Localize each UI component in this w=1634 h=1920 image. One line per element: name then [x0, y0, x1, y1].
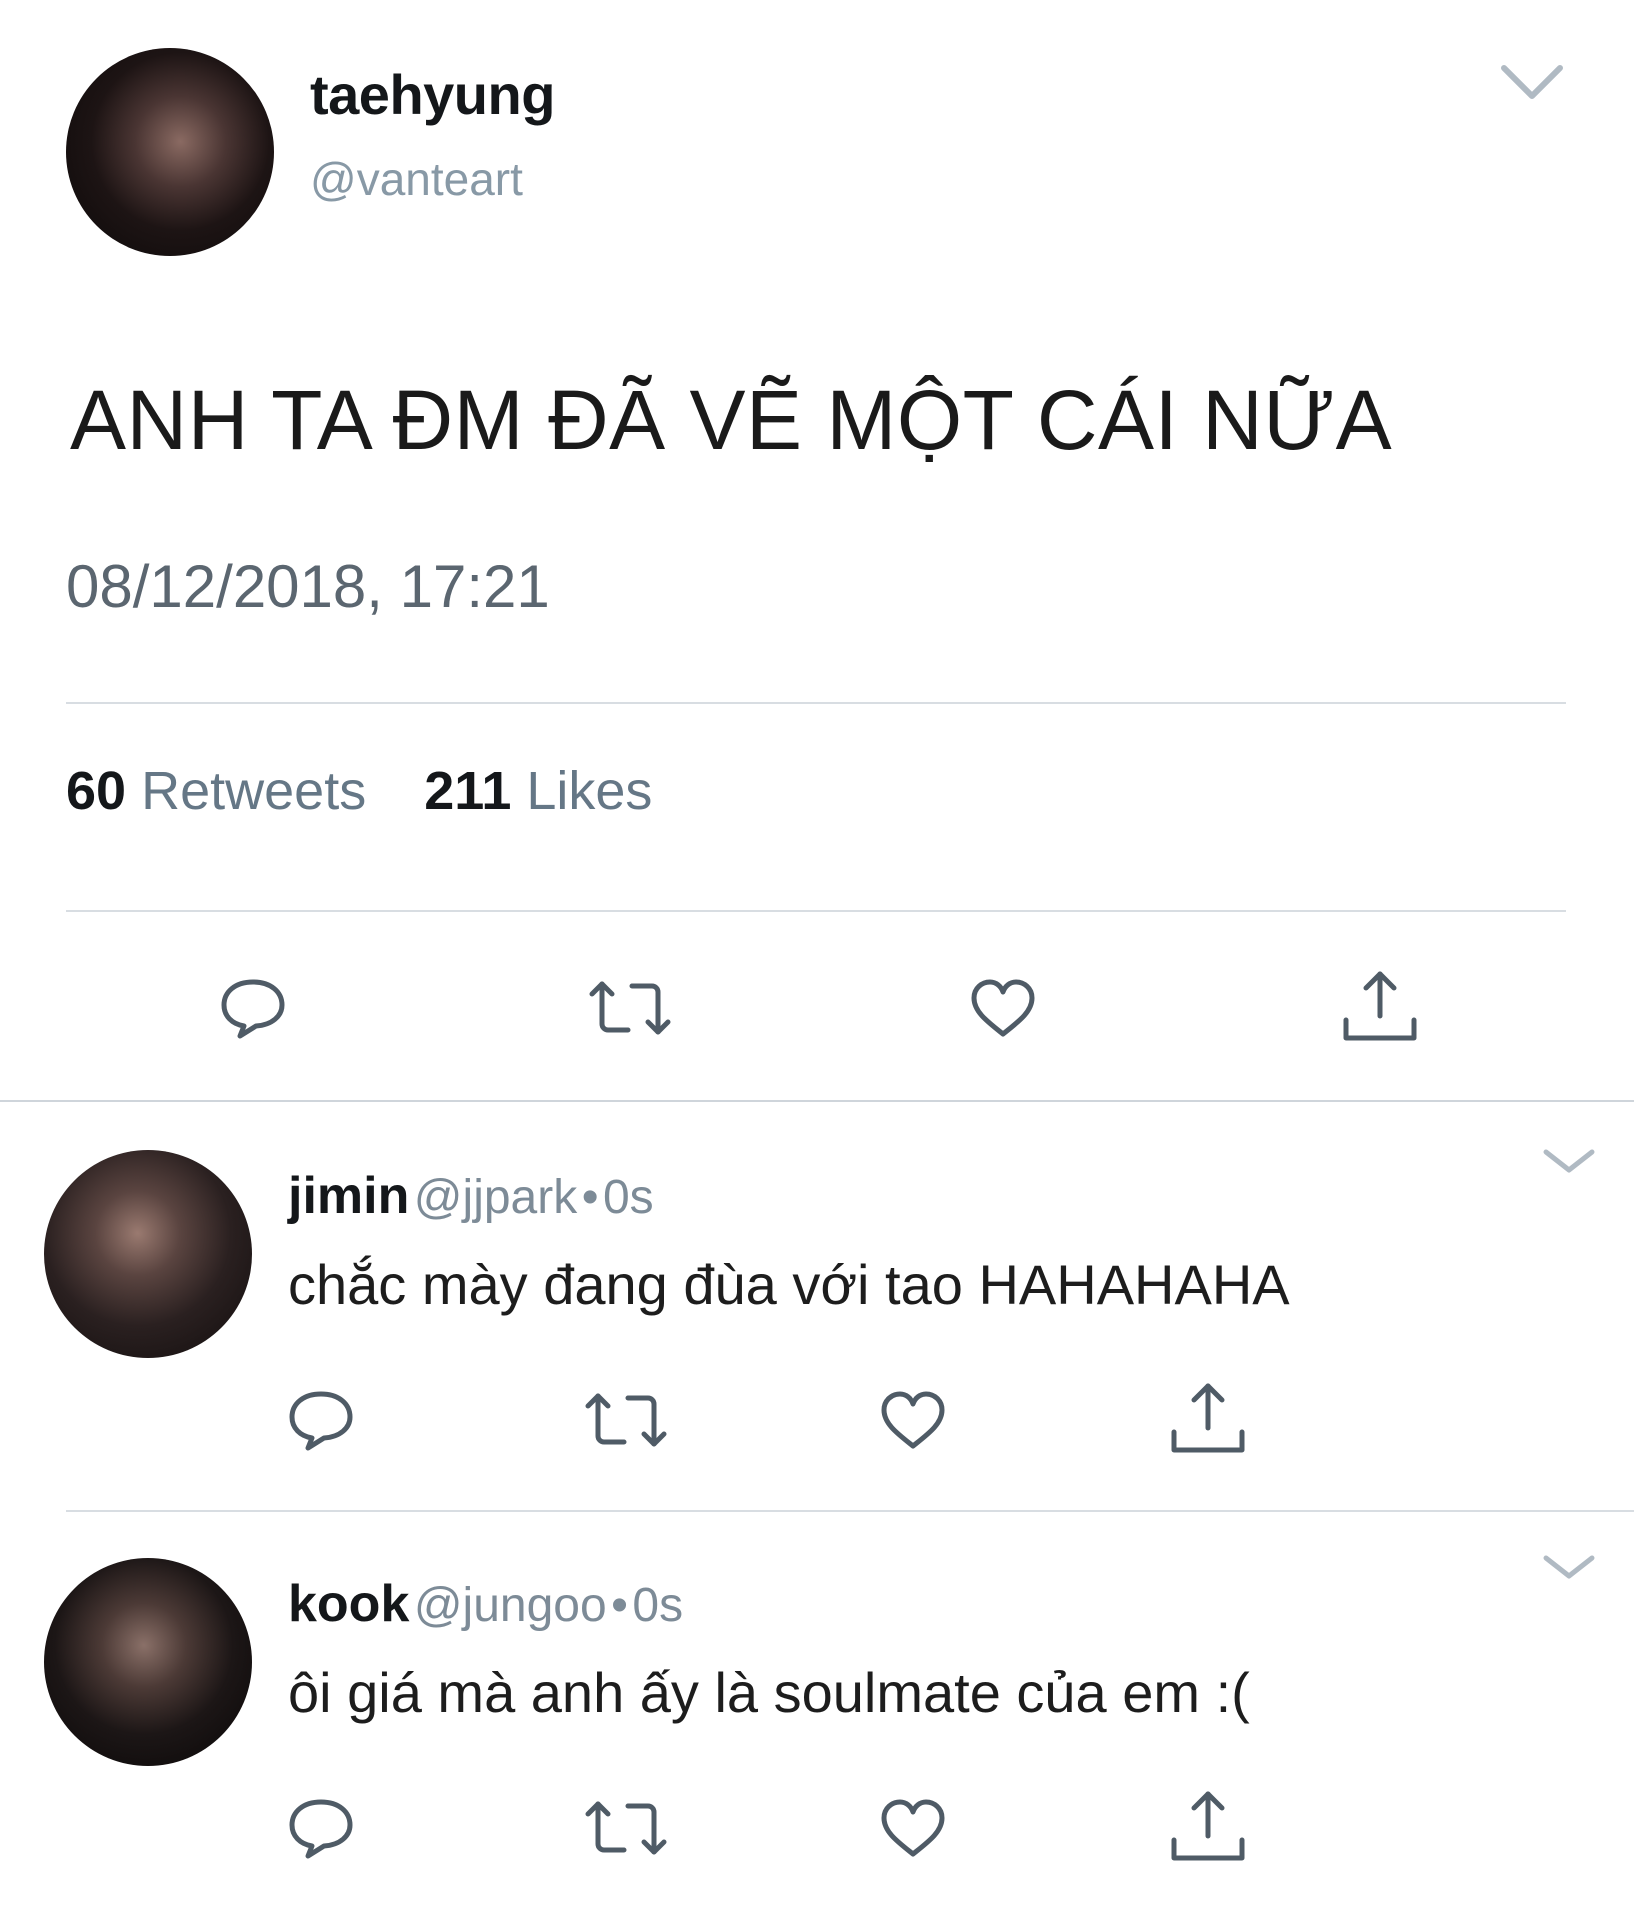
- reply-time[interactable]: 0s: [632, 1579, 683, 1632]
- main-tweet-handle[interactable]: @vanteart: [310, 152, 523, 206]
- reply-display-name[interactable]: jimin: [288, 1167, 409, 1225]
- retweet-icon[interactable]: [584, 1796, 668, 1860]
- main-tweet-text: ANH TA ĐM ĐÃ VẼ MỘT CÁI NỮA: [70, 373, 1393, 467]
- retweet-icon[interactable]: [588, 976, 672, 1040]
- divider: [66, 910, 1566, 912]
- separator-dot: •: [611, 1579, 628, 1632]
- chevron-down-icon[interactable]: [1500, 62, 1564, 102]
- like-icon[interactable]: [878, 1796, 948, 1860]
- chevron-down-icon[interactable]: [1542, 1146, 1596, 1176]
- like-icon[interactable]: [968, 976, 1038, 1040]
- share-icon[interactable]: [1170, 1382, 1246, 1456]
- section-divider: [0, 1100, 1634, 1102]
- like-icon[interactable]: [878, 1388, 948, 1452]
- reply-icon[interactable]: [286, 1796, 356, 1860]
- reply-handle[interactable]: @jungoo: [414, 1579, 607, 1632]
- reply-handle[interactable]: @jjpark: [414, 1171, 577, 1224]
- likes-stat[interactable]: 211 Likes: [424, 761, 652, 821]
- main-tweet-timestamp[interactable]: 08/12/2018, 17:21: [66, 552, 550, 621]
- retweets-stat[interactable]: 60 Retweets: [66, 761, 366, 821]
- main-tweet-display-name[interactable]: taehyung: [310, 62, 555, 127]
- separator-dot: •: [581, 1171, 599, 1224]
- reply-time[interactable]: 0s: [603, 1171, 654, 1224]
- reply-avatar[interactable]: [44, 1150, 252, 1358]
- share-icon[interactable]: [1342, 970, 1418, 1044]
- tweet-stats: 60 Retweets 211 Likes: [66, 760, 652, 822]
- retweet-icon[interactable]: [584, 1388, 668, 1452]
- reply-icon[interactable]: [286, 1388, 356, 1452]
- likes-label: Likes: [526, 761, 653, 821]
- reply-text: chắc mày đang đùa với tao HAHAHAHA: [288, 1253, 1290, 1316]
- reply-header: jimin @jjpark • 0s: [288, 1166, 654, 1226]
- share-icon[interactable]: [1170, 1790, 1246, 1864]
- reply-icon[interactable]: [218, 976, 288, 1040]
- reply-avatar[interactable]: [44, 1558, 252, 1766]
- main-tweet-avatar[interactable]: [66, 48, 274, 256]
- chevron-down-icon[interactable]: [1542, 1552, 1596, 1582]
- divider: [66, 702, 1566, 704]
- retweets-count: 60: [66, 761, 127, 821]
- reply-text: ôi giá mà anh ấy là soulmate của em :(: [288, 1661, 1250, 1724]
- reply-display-name[interactable]: kook: [288, 1575, 409, 1633]
- likes-count: 211: [424, 761, 512, 821]
- divider: [66, 1510, 1634, 1512]
- reply-header: kook @jungoo • 0s: [288, 1574, 683, 1634]
- retweets-label: Retweets: [141, 761, 367, 821]
